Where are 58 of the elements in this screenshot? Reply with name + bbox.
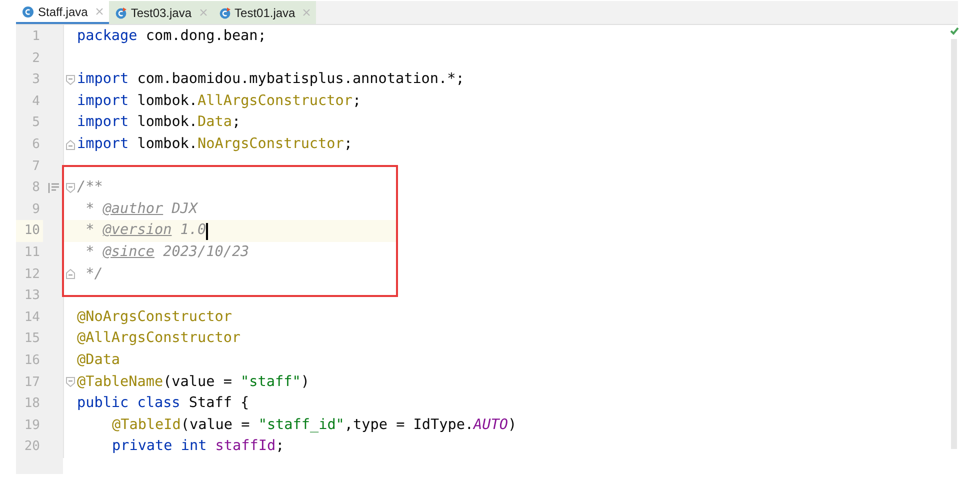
line-number: 1 (31, 28, 41, 46)
line-number: 16 (23, 352, 41, 370)
code-line: import lombok.NoArgsConstructor; (77, 135, 352, 154)
fold-icon[interactable] (66, 140, 75, 150)
editor-tab[interactable]: Test03.java (108, 1, 213, 24)
line-number: 11 (23, 244, 41, 262)
rendered-view-icon[interactable] (48, 182, 60, 193)
tab-label: Test03.java (130, 4, 192, 22)
line-number: 12 (23, 266, 41, 284)
code-line: package com.dong.bean; (77, 27, 266, 46)
line-number: 17 (23, 374, 41, 392)
tab-label: Staff.java (38, 4, 88, 20)
line-number: 10 (16, 220, 43, 242)
code-line: @AllArgsConstructor (77, 329, 241, 348)
line-number: 18 (23, 395, 41, 414)
line-number: 9 (31, 200, 41, 219)
fold-icon[interactable] (66, 182, 75, 193)
line-number: 20 (23, 438, 41, 456)
code-line: @TableName(value = "staff") (77, 372, 310, 392)
line-number: 19 (23, 416, 41, 435)
code-line: * @since 2023/10/23 (84, 243, 250, 262)
fold-icon[interactable] (66, 269, 75, 280)
code-line: import lombok.AllArgsConstructor; (77, 92, 362, 111)
line-number: 14 (23, 308, 41, 327)
line-number: 7 (31, 158, 41, 176)
tab-label: Test01.java (234, 4, 296, 22)
fold-icon[interactable] (66, 74, 75, 85)
close-icon[interactable] (303, 9, 310, 16)
line-number: 3 (31, 71, 41, 90)
check-icon (950, 27, 958, 35)
line-number: 15 (23, 330, 41, 348)
test-class-icon (218, 6, 231, 18)
code-line: @NoArgsConstructor (77, 308, 232, 327)
class-icon (22, 6, 34, 18)
code-line: */ (84, 264, 103, 284)
code-line: public class Staff { (77, 394, 250, 414)
line-number: 6 (31, 136, 41, 154)
text-caret (206, 222, 208, 240)
code-line: @Data (77, 350, 120, 370)
line-number: 5 (31, 114, 41, 132)
code-line: import lombok.Data; (77, 113, 241, 132)
code-line: /** (77, 178, 103, 198)
line-number: 2 (31, 50, 41, 68)
code-line: @TableId(value = "staff_id",type = IdType.AUTO) (112, 416, 517, 435)
close-icon[interactable] (96, 8, 103, 15)
line-number: 13 (23, 287, 41, 306)
line-number: 4 (31, 92, 41, 111)
editor-tab[interactable]: Test01.java (212, 1, 316, 24)
editor-tab[interactable]: Staff.java (16, 1, 109, 24)
code-line: * @version 1.0 (84, 221, 206, 240)
code-line: * @author DJX (84, 200, 198, 219)
test-class-icon (114, 6, 127, 18)
code-line: import com.baomidou.mybatisplus.annotation.*; (77, 70, 464, 90)
line-number: 8 (31, 179, 41, 198)
fold-icon[interactable] (66, 377, 75, 388)
scrollbar[interactable] (951, 39, 957, 449)
close-icon[interactable] (200, 9, 207, 16)
code-line: private int staffId; (112, 437, 284, 456)
